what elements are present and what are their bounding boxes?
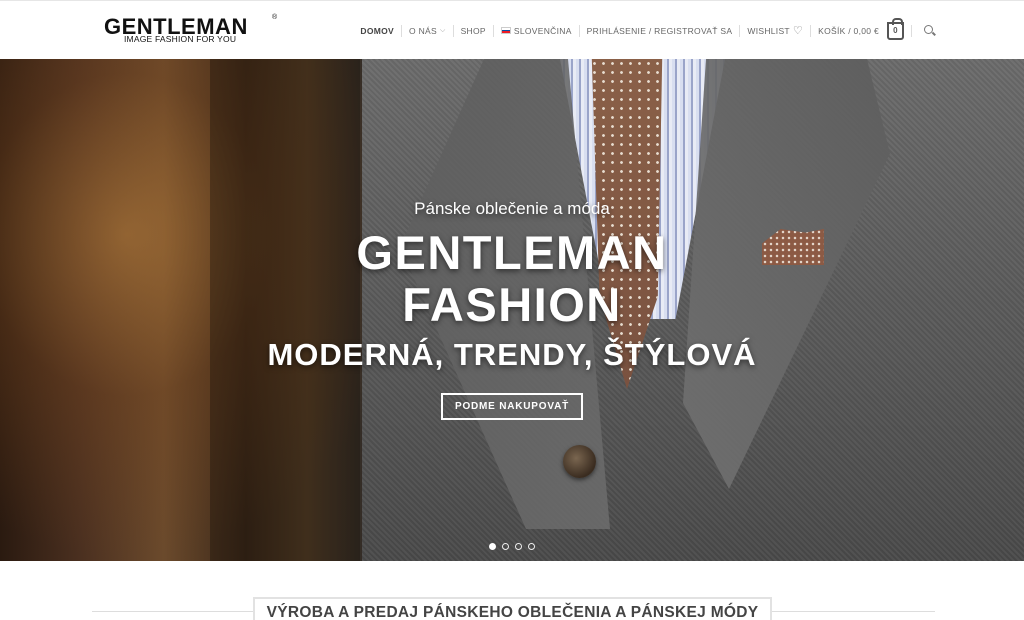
chevron-down-icon: ⌵	[439, 26, 446, 34]
nav-label: KOŠÍK / 0,00 €	[818, 25, 879, 36]
hero-tagline: MODERNÁ, TRENDY, ŠTÝLOVÁ	[267, 337, 757, 372]
nav-item-login-register[interactable]: PRIHLÁSENIE / REGISTROVAŤ SA	[580, 24, 740, 38]
logo-tagline: IMAGE FASHION FOR YOU	[124, 34, 237, 44]
search-icon[interactable]	[924, 24, 936, 37]
nav-item-wishlist[interactable]: WISHLIST ♡	[740, 24, 810, 38]
nav-item-domov[interactable]: DOMOV	[353, 24, 401, 38]
nav-item-cart[interactable]: KOŠÍK / 0,00 € 0	[811, 17, 911, 40]
heart-icon: ♡	[792, 25, 804, 37]
nav-label: SHOP	[460, 25, 486, 36]
slider-dot-3[interactable]	[515, 543, 522, 550]
nav-item-language[interactable]: SLOVENČINA	[494, 24, 579, 38]
hero-slider: Pánske oblečenie a móda GENTLEMAN FASHIO…	[0, 59, 1024, 561]
nav-label: O NÁS	[409, 25, 437, 36]
slovak-flag-icon	[500, 27, 511, 34]
nav-label: WISHLIST	[747, 25, 790, 36]
hero-jacket-button-image	[563, 445, 596, 478]
site-header: GENTLEMAN ® IMAGE FASHION FOR YOU DOMOV …	[0, 0, 1024, 59]
hero-title-line1: GENTLEMAN	[356, 226, 668, 279]
nav-divider	[911, 24, 912, 37]
shop-now-button[interactable]: PODME NAKUPOVAŤ	[440, 393, 584, 420]
hero-subtitle: Pánske oblečenie a móda	[414, 199, 610, 218]
site-logo[interactable]: GENTLEMAN ® IMAGE FASHION FOR YOU	[104, 14, 279, 46]
slider-pagination	[0, 543, 1024, 550]
cart-icon: 0	[887, 17, 904, 40]
nav-label: DOMOV	[360, 25, 395, 36]
slider-dot-2[interactable]	[502, 543, 509, 550]
section-title: VÝROBA A PREDAJ PÁNSKEHO OBLEČENIA A PÁN…	[253, 597, 772, 620]
logo-registered-mark: ®	[272, 14, 278, 21]
nav-label: SLOVENČINA	[513, 25, 572, 36]
nav-label: PRIHLÁSENIE / REGISTROVAŤ SA	[586, 25, 733, 36]
nav-item-o-nas[interactable]: O NÁS ⌵	[402, 24, 453, 38]
main-navigation: DOMOV O NÁS ⌵ SHOP SLOVENČINA PRIHLÁSENI…	[353, 1, 1024, 60]
cart-count: 0	[893, 26, 898, 35]
hero-title-line2: FASHION	[402, 278, 622, 331]
slider-dot-4[interactable]	[528, 543, 535, 550]
nav-item-shop[interactable]: SHOP	[454, 24, 493, 38]
slider-dot-1[interactable]	[489, 543, 496, 550]
hero-caption: Pánske oblečenie a móda GENTLEMAN FASHIO…	[212, 199, 812, 420]
